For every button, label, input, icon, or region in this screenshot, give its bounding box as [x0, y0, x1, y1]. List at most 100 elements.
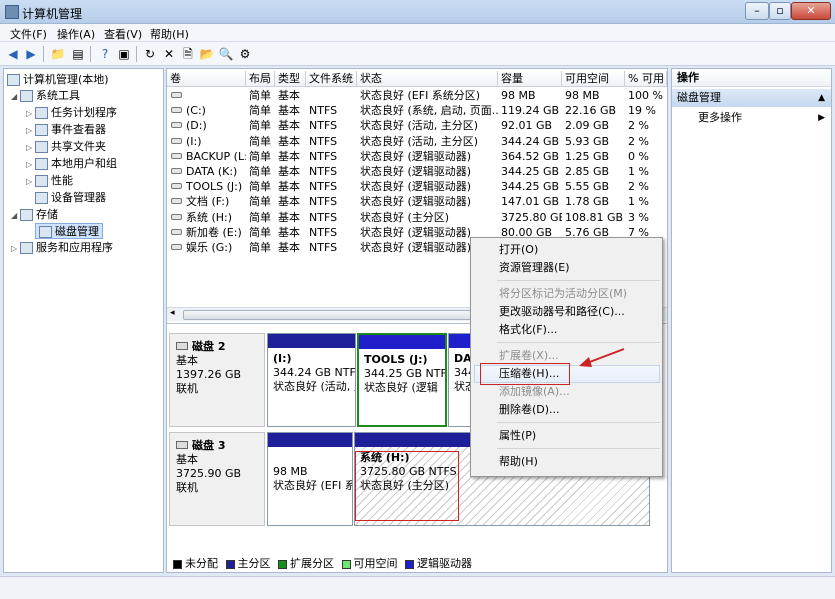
table-cell-fs: NTFS	[309, 241, 338, 254]
menu-item-change-drive-letter[interactable]: 更改驱动器号和路径(C)...	[499, 304, 625, 320]
menu-help[interactable]: 帮助(H)	[150, 26, 189, 42]
partition-color-bar	[359, 335, 445, 349]
collapse-up-icon[interactable]: ▲	[818, 89, 825, 107]
table-row[interactable]: 系统 (H:) 简单 基本 NTFS 状态良好 (主分区) 3725.80 GB 108.8…	[167, 210, 667, 225]
menu-item-explorer[interactable]: 资源管理器(E)	[499, 260, 570, 276]
tree-item-device-manager[interactable]: 设备管理器	[26, 190, 106, 206]
partition[interactable]: (I:)344.24 GB NTFS状态良好 (活动, 主	[267, 333, 356, 427]
refresh-icon[interactable]: ↻	[142, 46, 158, 62]
column-header-capacity[interactable]: 容量	[498, 71, 562, 87]
maximize-button[interactable]: ▫	[769, 2, 791, 20]
table-cell-type: 基本	[278, 89, 300, 102]
disk-icon	[39, 226, 52, 238]
menu-action[interactable]: 操作(A)	[57, 26, 95, 42]
table-cell-name: (C:)	[186, 104, 206, 118]
column-header-filesystem[interactable]: 文件系统	[306, 71, 357, 87]
partition[interactable]: TOOLS (J:) 344.25 GB NTF 状态良好 (逻辑	[357, 333, 447, 427]
show-hide-tree-icon[interactable]: ▤	[70, 46, 86, 62]
table-cell-free: 2.85 GB	[565, 165, 610, 178]
menu-item-properties[interactable]: 属性(P)	[499, 428, 536, 444]
expand-arrow-icon[interactable]: ▷	[26, 174, 35, 190]
tree-item-services-apps[interactable]: ▷ 服务和应用程序	[11, 240, 113, 256]
table-cell-fs: NTFS	[309, 180, 338, 194]
more-actions[interactable]: 更多操作 ▶	[672, 109, 831, 127]
column-header-layout[interactable]: 布局	[246, 71, 275, 87]
close-button[interactable]: ✕	[791, 2, 831, 20]
scroll-left-icon[interactable]: ◂	[170, 308, 175, 318]
menu-item-help[interactable]: 帮助(H)	[499, 454, 538, 470]
tree-item-disk-management[interactable]: 磁盘管理	[35, 223, 103, 239]
menu-file[interactable]: 文件(F)	[10, 26, 47, 42]
table-cell-free: 2.09 GB	[565, 119, 610, 133]
tree-item-task-scheduler[interactable]: ▷ 任务计划程序	[26, 105, 117, 121]
table-cell-cap: 92.01 GB	[501, 119, 553, 133]
expand-arrow-icon[interactable]: ▷	[26, 157, 35, 173]
properties-doc-icon[interactable]: 🗎	[180, 46, 196, 62]
table-row[interactable]: (I:) 简单 基本 NTFS 状态良好 (活动, 主分区) 344.24 GB 5.93 …	[167, 134, 667, 149]
disk-size: 1397.26 GB	[176, 368, 242, 381]
table-row[interactable]: (C:) 简单 基本 NTFS 状态良好 (系统, 启动, 页面... 119.24 GB…	[167, 103, 667, 118]
column-header-percent-free[interactable]: % 可用	[625, 71, 667, 87]
menu-item-extend-volume: 扩展卷(X)...	[499, 349, 559, 362]
forward-icon[interactable]: ▶	[23, 46, 39, 62]
search-icon[interactable]: 🔍	[218, 46, 234, 62]
table-cell-free: 108.81 GB	[565, 210, 624, 224]
actions-section-disk-management[interactable]: 磁盘管理 ▲	[672, 89, 831, 107]
chevron-right-icon: ▶	[818, 113, 825, 123]
tree-item-system-tools[interactable]: ◢ 系统工具	[11, 88, 80, 104]
menu-view[interactable]: 查看(V)	[104, 26, 142, 42]
open-folder-icon[interactable]: 📂	[199, 46, 215, 62]
column-header-volume[interactable]: 卷	[167, 71, 246, 87]
column-header-type[interactable]: 类型	[275, 71, 306, 87]
disk-label[interactable]: 磁盘 3 基本 3725.90 GB 联机	[169, 432, 265, 526]
table-cell-cap: 344.25 GB	[501, 180, 560, 194]
tree-item-label: 系统工具	[36, 89, 80, 102]
expand-arrow-icon[interactable]: ▷	[26, 106, 35, 122]
tree-item-local-users[interactable]: ▷ 本地用户和组	[26, 156, 117, 172]
properties-icon[interactable]: ▣	[116, 46, 132, 62]
delete-icon[interactable]: ✕	[161, 46, 177, 62]
menu-separator	[497, 342, 660, 343]
expand-arrow-icon[interactable]: ▷	[11, 241, 20, 257]
table-cell-fs: NTFS	[309, 210, 338, 224]
table-row[interactable]: 简单 基本 状态良好 (EFI 系统分区) 98 MB 98 MB 100 %	[167, 88, 667, 103]
menu-item-open[interactable]: 打开(O)	[499, 242, 538, 258]
column-header-free[interactable]: 可用空间	[562, 71, 625, 87]
tree-item-computer-management[interactable]: 计算机管理(本地)	[7, 72, 109, 88]
table-row[interactable]: (D:) 简单 基本 NTFS 状态良好 (活动, 主分区) 92.01 GB 2.09 G…	[167, 118, 667, 133]
collapse-arrow-icon[interactable]: ◢	[11, 208, 20, 224]
collapse-arrow-icon[interactable]: ◢	[11, 89, 20, 105]
table-row[interactable]: TOOLS (J:) 简单 基本 NTFS 状态良好 (逻辑驱动器) 344.25 GB 5…	[167, 179, 667, 194]
table-cell-status: 状态良好 (EFI 系统分区)	[360, 89, 481, 102]
minimize-button[interactable]: –	[745, 2, 769, 20]
disk-label[interactable]: 磁盘 2 基本 1397.26 GB 联机	[169, 333, 265, 427]
expand-arrow-icon[interactable]: ▷	[26, 140, 35, 156]
table-row[interactable]: DATA (K:) 简单 基本 NTFS 状态良好 (逻辑驱动器) 344.25 GB 2.…	[167, 164, 667, 179]
volume-icon	[171, 168, 182, 174]
tree-item-label: 磁盘管理	[55, 225, 99, 238]
disk-tool-icon[interactable]: ⚙	[237, 46, 253, 62]
help-icon[interactable]: ?	[97, 46, 113, 62]
table-cell-pct: 2 %	[628, 134, 649, 148]
table-row[interactable]: BACKUP (L:) 简单 基本 NTFS 状态良好 (逻辑驱动器) 364.52 GB…	[167, 149, 667, 164]
partition-size: 344.25 GB NTF	[364, 367, 445, 380]
actions-header: 操作	[672, 69, 831, 87]
menu-separator	[497, 422, 660, 423]
legend-swatch	[341, 559, 351, 569]
partition[interactable]: 98 MB 状态良好 (EFI 系	[267, 432, 353, 526]
tree-item-storage[interactable]: ◢ 存储	[11, 207, 58, 223]
tree-item-event-viewer[interactable]: ▷ 事件查看器	[26, 122, 106, 138]
back-icon[interactable]: ◀	[5, 46, 21, 62]
tree-item-shared-folders[interactable]: ▷ 共享文件夹	[26, 139, 106, 155]
table-cell-type: 基本	[278, 119, 300, 133]
up-folder-icon[interactable]: 📁	[50, 46, 66, 62]
column-header-status[interactable]: 状态	[357, 71, 498, 87]
tree-item-performance[interactable]: ▷ 性能	[26, 173, 73, 189]
menu-item-delete-volume[interactable]: 删除卷(D)...	[499, 402, 560, 418]
expand-arrow-icon[interactable]: ▷	[26, 123, 35, 139]
table-cell-type: 基本	[278, 134, 300, 148]
volume-icon	[171, 228, 182, 235]
table-row[interactable]: 文档 (F:) 简单 基本 NTFS 状态良好 (逻辑驱动器) 147.01 GB 1.78…	[167, 194, 667, 209]
storage-icon	[20, 209, 33, 221]
menu-item-format[interactable]: 格式化(F)...	[499, 322, 557, 338]
